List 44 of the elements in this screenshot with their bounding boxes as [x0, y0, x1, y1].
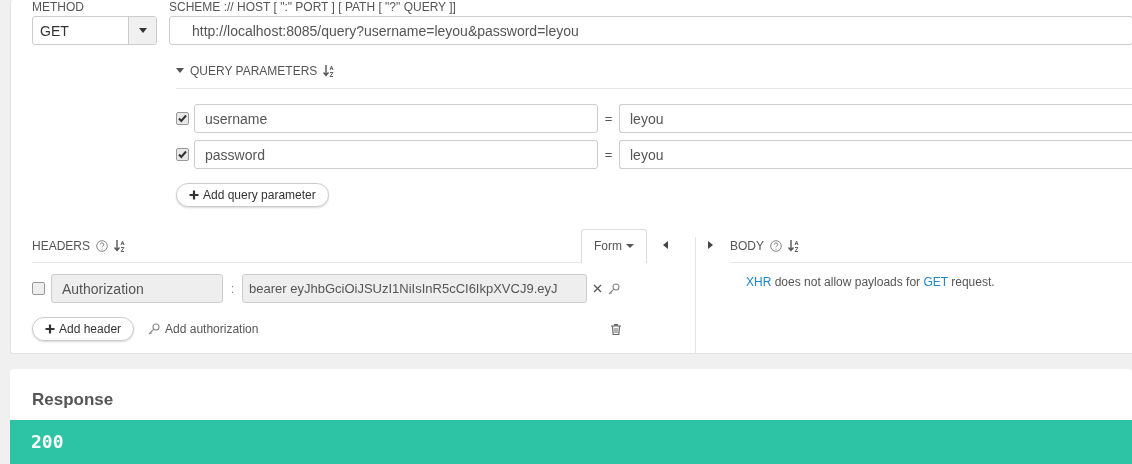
- sort-icon[interactable]: [323, 63, 336, 78]
- plus-icon: [45, 324, 55, 334]
- collapse-caret-icon[interactable]: [176, 68, 184, 73]
- equals-sign: =: [603, 147, 614, 162]
- header-name-field[interactable]: Authorization: [51, 274, 223, 303]
- url-field[interactable]: http://localhost:8085/query?username=leyou&password=leyou: [169, 16, 1132, 45]
- checkbox[interactable]: [176, 112, 189, 125]
- header-value-field[interactable]: bearer eyJhbGciOiJSUzI1NiIsInR5cCI6IkpXVCJ9.eyJ: [242, 274, 587, 303]
- form-dropdown[interactable]: Form: [581, 228, 647, 263]
- parameter-name-field[interactable]: username: [194, 104, 598, 133]
- body-message: XHR does not allow payloads for GET request.: [746, 275, 996, 289]
- key-icon: [148, 323, 161, 335]
- sort-icon[interactable]: [788, 238, 800, 253]
- collapse-left-icon[interactable]: [663, 241, 668, 249]
- field-label: SCHEME :// HOST [ ":" PORT ] [ PATH [ "?" QUERY ]]: [169, 0, 457, 14]
- add-query-parameter-button[interactable]: Add query parameter: [176, 183, 329, 207]
- section-title: QUERY PARAMETERS: [190, 63, 318, 78]
- plus-icon: [189, 190, 199, 200]
- section-title: HEADERS: [32, 238, 90, 253]
- link[interactable]: XHR: [746, 275, 772, 289]
- key-icon: [608, 282, 620, 295]
- equals-sign: =: [603, 111, 614, 126]
- method-dropdown[interactable]: GET: [32, 16, 157, 45]
- parameter-value-field[interactable]: leyou: [619, 140, 1132, 169]
- sort-icon[interactable]: [114, 238, 126, 253]
- parameter-name-field[interactable]: password: [194, 140, 598, 169]
- parameter-value-field[interactable]: leyou: [619, 104, 1132, 133]
- colon-separator: :: [229, 281, 236, 296]
- caret-icon: [138, 28, 147, 33]
- response-title: Response: [31, 389, 115, 411]
- caret-icon: [626, 244, 634, 248]
- add-header-button[interactable]: Add header: [32, 317, 135, 341]
- field-label: METHOD: [32, 0, 85, 14]
- help-icon[interactable]: [96, 239, 108, 252]
- checkbox[interactable]: [32, 282, 45, 295]
- help-icon[interactable]: [770, 239, 782, 252]
- status-code: 200: [31, 430, 64, 452]
- close-icon[interactable]: [593, 284, 602, 293]
- link[interactable]: GET: [923, 275, 948, 289]
- section-title: BODY: [730, 238, 764, 253]
- checkbox[interactable]: [176, 148, 189, 161]
- trash-icon[interactable]: [611, 323, 621, 335]
- add-authorization-link[interactable]: Add authorization: [165, 322, 259, 336]
- expand-right-icon[interactable]: [708, 241, 713, 249]
